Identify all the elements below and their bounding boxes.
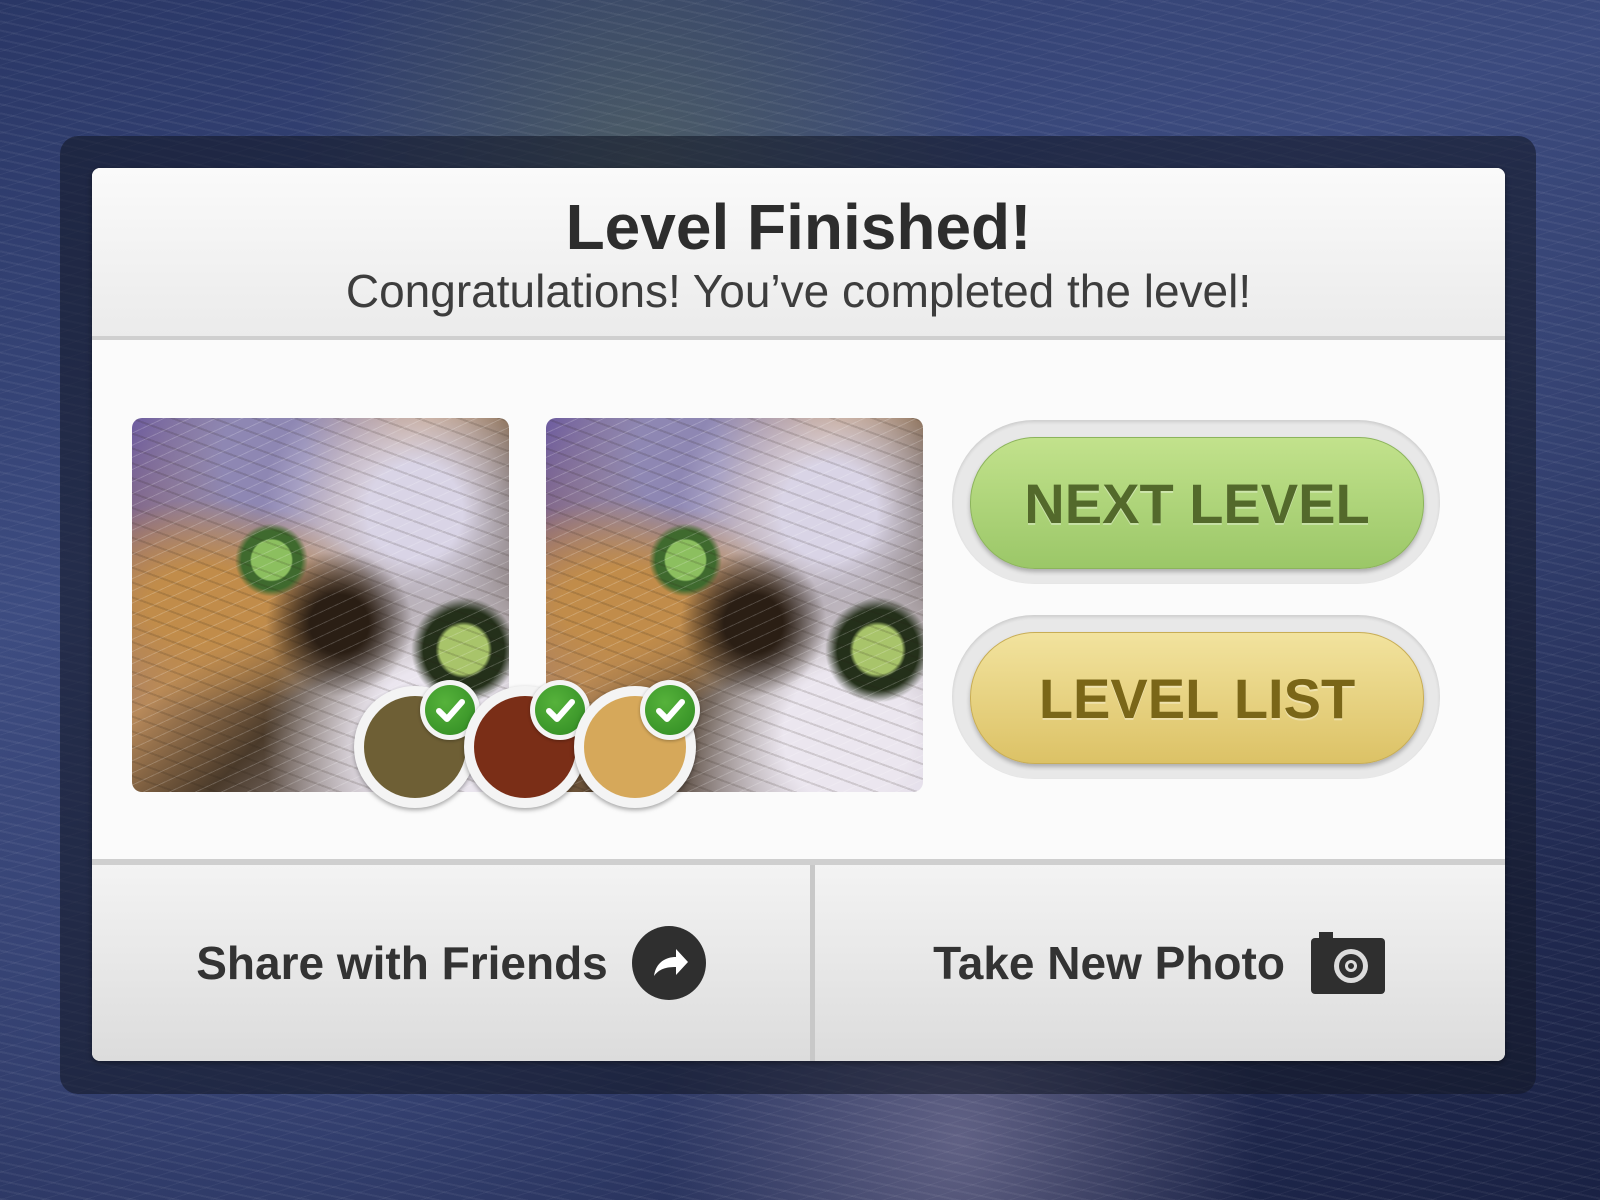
next-level-button-well: NEXT LEVEL xyxy=(952,420,1440,584)
share-with-friends-button[interactable]: Share with Friends xyxy=(92,865,810,1061)
checkmark-icon xyxy=(656,699,685,722)
dialog-title: Level Finished! xyxy=(565,191,1032,263)
color-swatch-1 xyxy=(354,680,480,808)
share-arrow-icon xyxy=(631,926,706,1000)
take-photo-label: Take New Photo xyxy=(933,937,1285,989)
swatch-check-3 xyxy=(640,680,700,740)
next-level-button[interactable]: NEXT LEVEL xyxy=(970,437,1424,569)
take-new-photo-button[interactable]: Take New Photo xyxy=(815,865,1505,1061)
color-swatch-2 xyxy=(464,680,590,808)
dialog-header: Level Finished! Congratulations! You’ve … xyxy=(92,168,1505,340)
share-label: Share with Friends xyxy=(196,937,608,989)
color-swatch-3 xyxy=(574,680,700,808)
dialog-subtitle: Congratulations! You’ve completed the le… xyxy=(345,265,1252,317)
dialog-footer: Share with Friends Take New Photo xyxy=(92,859,1505,1061)
level-finished-dialog: Level Finished! Congratulations! You’ve … xyxy=(92,168,1505,1061)
level-list-button-well: LEVEL LIST xyxy=(952,615,1440,779)
level-list-button[interactable]: LEVEL LIST xyxy=(970,632,1424,764)
camera-icon xyxy=(1310,932,1385,994)
